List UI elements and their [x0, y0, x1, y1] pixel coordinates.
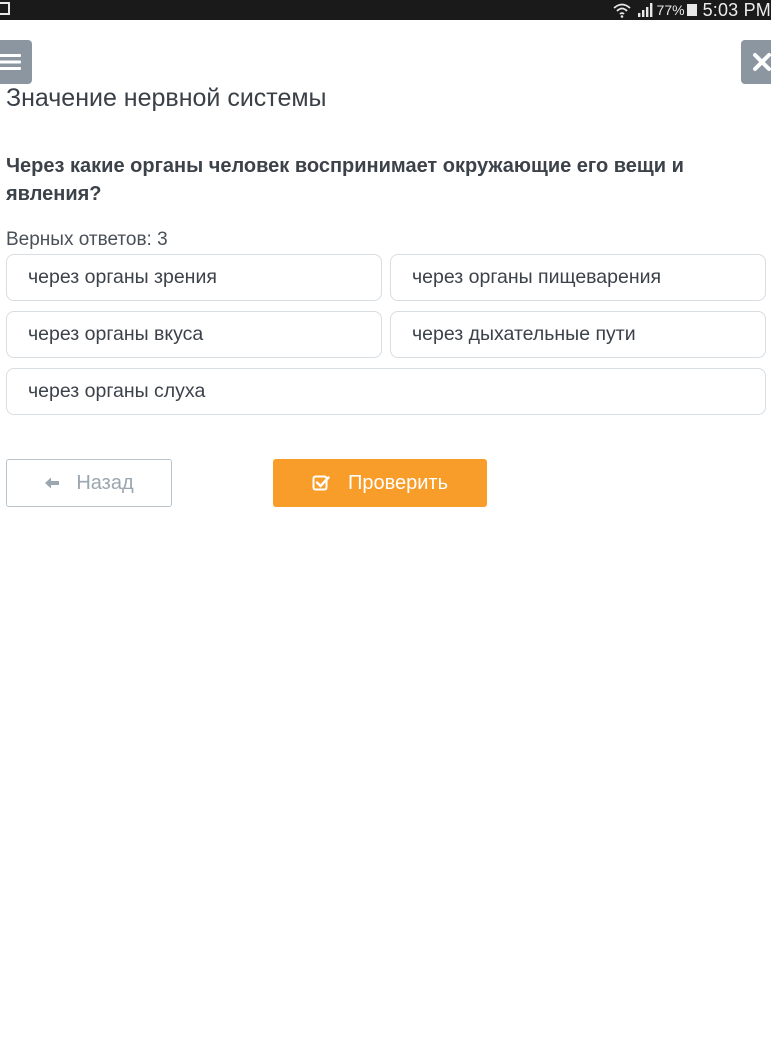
answer-option[interactable]: через дыхательные пути: [390, 311, 766, 358]
arrow-left-icon: [44, 476, 60, 490]
menu-button[interactable]: [0, 40, 32, 84]
question-text: Через какие органы человек воспринимает …: [6, 155, 684, 205]
notification-icon: [0, 2, 10, 15]
answer-option[interactable]: через органы вкуса: [6, 311, 382, 358]
answer-option-label: через органы пищеварения: [412, 266, 662, 288]
check-button[interactable]: Проверить: [273, 459, 487, 507]
answer-option-label: через органы слуха: [28, 380, 206, 402]
correct-answers-hint: Верных ответов: 3: [6, 229, 168, 250]
answer-option[interactable]: через органы слуха: [6, 368, 766, 415]
back-button-label: Назад: [76, 471, 134, 494]
answer-option[interactable]: через органы зрения: [6, 254, 382, 301]
wifi-icon: [612, 3, 631, 18]
answer-option-label: через органы зрения: [28, 266, 217, 288]
battery-percentage: 77%: [656, 2, 685, 18]
answer-option-label: через дыхательные пути: [412, 323, 636, 345]
page-title: Значение нервной системы: [6, 84, 327, 112]
menu-icon: [0, 54, 21, 70]
signal-icon: [637, 3, 652, 17]
close-icon: [753, 53, 771, 71]
battery-icon: [686, 4, 697, 16]
check-square-icon: [312, 474, 330, 492]
status-time: 5:03 PM: [702, 0, 771, 20]
back-button[interactable]: Назад: [6, 459, 172, 507]
check-button-label: Проверить: [347, 471, 449, 494]
answer-option[interactable]: через органы пищеварения: [390, 254, 766, 301]
status-indicators: 77% 5:03 PM: [612, 0, 771, 20]
close-button[interactable]: [741, 40, 771, 84]
status-bar: 77% 5:03 PM: [0, 0, 771, 20]
answer-option-label: через органы вкуса: [28, 323, 204, 345]
